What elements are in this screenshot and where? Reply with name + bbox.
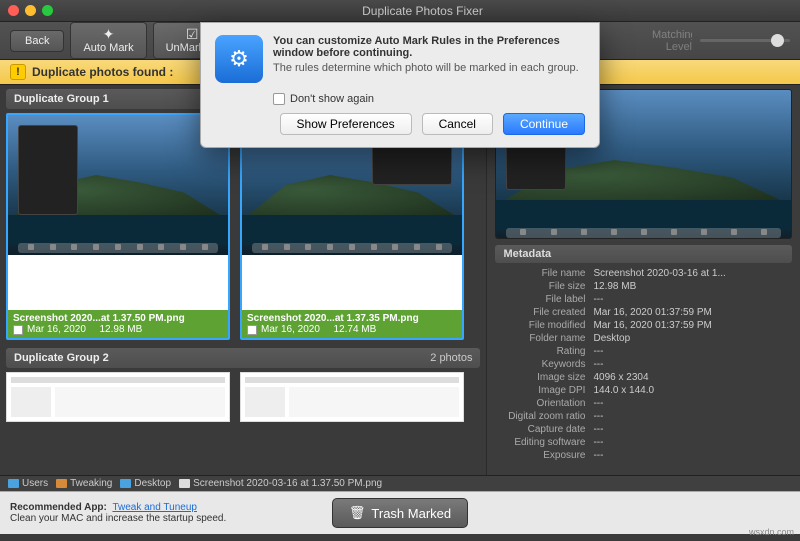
close-icon[interactable] [8, 5, 19, 16]
metadata-key: Keywords [495, 359, 593, 370]
window-controls [8, 5, 53, 16]
path-segment[interactable]: Users [8, 478, 48, 489]
metadata-row: Rating--- [495, 345, 792, 358]
metadata-row: Editing software--- [495, 436, 792, 449]
metadata-row: File createdMar 16, 2020 01:37:59 PM [495, 306, 792, 319]
matching-level-slider[interactable] [700, 39, 790, 42]
checkbox-icon [273, 93, 285, 105]
checkbox-icon: ☑ [186, 27, 199, 41]
metadata-key: Rating [495, 346, 593, 357]
app-title: Duplicate Photos Fixer [53, 4, 792, 18]
metadata-value: --- [593, 437, 792, 448]
metadata-key: Image size [495, 372, 593, 383]
group-header-2[interactable]: Duplicate Group 2 2 photos [6, 348, 480, 368]
metadata-row: Image size4096 x 2304 [495, 371, 792, 384]
metadata-header: Metadata [495, 245, 792, 263]
cancel-button[interactable]: Cancel [422, 113, 493, 135]
dialog-subtitle: The rules determine which photo will be … [273, 62, 585, 74]
zoom-icon[interactable] [42, 5, 53, 16]
duplicates-found-text: Duplicate photos found : [32, 65, 173, 79]
file-info: Screenshot 2020...at 1.37.35 PM.png Mar … [242, 310, 462, 338]
metadata-value: --- [593, 294, 792, 305]
metadata-value: 144.0 x 144.0 [593, 385, 792, 396]
back-button[interactable]: Back [10, 30, 64, 52]
continue-button[interactable]: Continue [503, 113, 585, 135]
metadata-value: --- [593, 398, 792, 409]
show-preferences-button[interactable]: Show Preferences [280, 113, 412, 135]
metadata-row: Orientation--- [495, 397, 792, 410]
metadata-row: Folder nameDesktop [495, 332, 792, 345]
promo-bar: Recommended App: Tweak and Tuneup Clean … [0, 491, 800, 534]
metadata-row: Digital zoom ratio--- [495, 410, 792, 423]
metadata-key: Digital zoom ratio [495, 411, 593, 422]
matching-level-control: Matching Level [652, 29, 790, 53]
metadata-value: --- [593, 359, 792, 370]
photo-card[interactable]: Screenshot 2020...at 1.37.50 PM.png Mar … [6, 113, 230, 340]
matching-level-label: Matching Level [652, 29, 692, 53]
promo-link[interactable]: Tweak and Tuneup [112, 502, 197, 513]
metadata-row: File modifiedMar 16, 2020 01:37:59 PM [495, 319, 792, 332]
metadata-value: --- [593, 346, 792, 357]
automark-button[interactable]: ✦Auto Mark [70, 22, 146, 59]
mark-checkbox[interactable] [13, 325, 23, 335]
app-icon: ⚙ [215, 35, 263, 83]
metadata-key: Editing software [495, 437, 593, 448]
path-file[interactable]: Screenshot 2020-03-16 at 1.37.50 PM.png [179, 478, 382, 489]
metadata-row: Image DPI144.0 x 144.0 [495, 384, 792, 397]
path-bar: Users Tweaking Desktop Screenshot 2020-0… [0, 475, 800, 491]
mark-checkbox[interactable] [247, 325, 257, 335]
file-icon [179, 479, 190, 488]
metadata-row: Keywords--- [495, 358, 792, 371]
folder-icon [120, 479, 131, 488]
wand-icon: ✦ [103, 27, 115, 41]
metadata-row: File label--- [495, 293, 792, 306]
folder-icon [56, 479, 67, 488]
metadata-key: Exposure [495, 450, 593, 461]
titlebar: Duplicate Photos Fixer [0, 0, 800, 22]
path-segment[interactable]: Tweaking [56, 478, 112, 489]
metadata-table: File nameScreenshot 2020-03-16 at 1...Fi… [495, 267, 792, 462]
metadata-value: Screenshot 2020-03-16 at 1... [593, 268, 792, 279]
minimize-icon[interactable] [25, 5, 36, 16]
photo-card[interactable] [240, 372, 464, 422]
metadata-value: --- [593, 450, 792, 461]
dialog-title: You can customize Auto Mark Rules in the… [273, 35, 585, 59]
metadata-key: Image DPI [495, 385, 593, 396]
metadata-value: 12.98 MB [593, 281, 792, 292]
trash-marked-button[interactable]: 🗑 Trash Marked [332, 498, 468, 528]
promo-desc: Clean your MAC and increase the startup … [10, 513, 226, 524]
automark-dialog: ⚙ You can customize Auto Mark Rules in t… [200, 22, 600, 148]
metadata-key: File size [495, 281, 593, 292]
promo-label: Recommended App: [10, 502, 107, 513]
metadata-key: File created [495, 307, 593, 318]
metadata-row: File size12.98 MB [495, 280, 792, 293]
thumbnail [8, 115, 228, 255]
metadata-row: File nameScreenshot 2020-03-16 at 1... [495, 267, 792, 280]
metadata-row: Capture date--- [495, 423, 792, 436]
metadata-row: Exposure--- [495, 449, 792, 462]
metadata-key: Folder name [495, 333, 593, 344]
watermark: wsxdn.com [749, 527, 794, 537]
photo-card[interactable] [6, 372, 230, 422]
metadata-value: --- [593, 424, 792, 435]
dont-show-again[interactable]: Don't show again [273, 93, 585, 105]
path-segment[interactable]: Desktop [120, 478, 171, 489]
metadata-value: Mar 16, 2020 01:37:59 PM [593, 320, 792, 331]
metadata-value: 4096 x 2304 [593, 372, 792, 383]
warning-icon: ! [10, 64, 26, 80]
metadata-key: File name [495, 268, 593, 279]
metadata-key: File modified [495, 320, 593, 331]
metadata-value: Desktop [593, 333, 792, 344]
trash-icon: 🗑 [349, 505, 366, 521]
folder-icon [8, 479, 19, 488]
metadata-key: File label [495, 294, 593, 305]
metadata-key: Capture date [495, 424, 593, 435]
file-info: Screenshot 2020...at 1.37.50 PM.png Mar … [8, 310, 228, 338]
metadata-value: --- [593, 411, 792, 422]
metadata-key: Orientation [495, 398, 593, 409]
metadata-value: Mar 16, 2020 01:37:59 PM [593, 307, 792, 318]
